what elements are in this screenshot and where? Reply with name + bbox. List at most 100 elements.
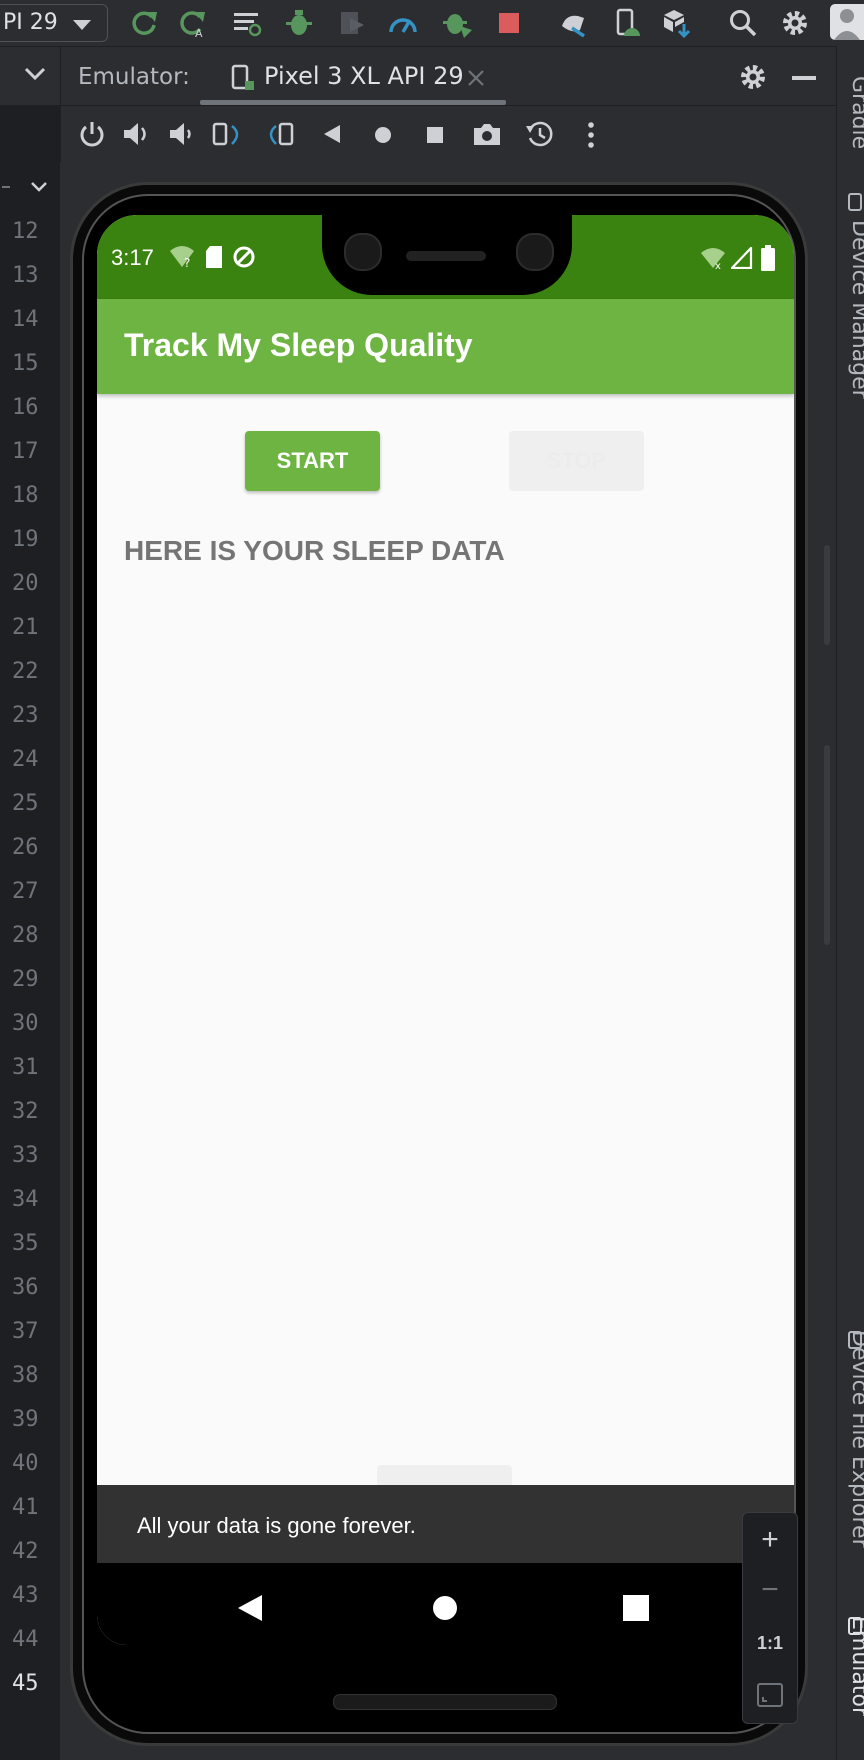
nav-overview-icon[interactable] [623,1595,649,1621]
snackbar-message: All your data is gone forever. [137,1513,416,1538]
run-configuration-label: PI 29 [3,10,58,35]
status-time: 3:17 [111,245,154,270]
sdk-manager-icon[interactable] [662,8,692,38]
line-number-current: 45 [12,1671,39,1696]
nav-home-icon[interactable] [432,1595,458,1621]
snapshot-icon[interactable] [524,118,556,150]
emulator-icon [847,1616,864,1636]
gear-icon[interactable] [738,62,768,92]
device-screen[interactable]: 3:17 ? x Track My Sleep Quality START ST… [97,215,794,1645]
gradle-label: Gradle [847,76,864,150]
line-number: 27 [12,879,39,904]
rotate-right-icon[interactable] [264,120,296,148]
line-number: 20 [12,571,39,596]
zoom-in-button[interactable]: + [743,1523,797,1557]
rerun-icon[interactable] [130,8,160,38]
attach-debugger-icon[interactable] [442,8,472,38]
line-number: 26 [12,835,39,860]
nav-back-icon[interactable] [237,1595,263,1621]
editor-tab-switcher[interactable] [0,47,61,105]
earpiece-speaker [406,251,486,261]
line-number: 37 [12,1319,39,1344]
start-button[interactable]: START [245,431,380,491]
run-configuration-selector[interactable]: PI 29 [0,4,108,42]
more-options-icon[interactable] [586,120,596,150]
fit-screen-icon[interactable] [757,1683,783,1707]
overview-icon[interactable] [424,124,446,146]
file-explorer-icon [847,1330,864,1350]
sync-icon[interactable] [558,8,588,38]
back-icon[interactable] [320,122,344,146]
zoom-controls: + − 1:1 [742,1512,798,1724]
home-icon[interactable] [372,124,394,146]
power-icon[interactable] [78,120,106,148]
actual-size-button[interactable]: 1:1 [743,1633,797,1654]
search-icon[interactable] [728,8,758,38]
device-explorer-icon[interactable] [612,8,642,38]
wifi-unknown-icon: ? [169,245,195,269]
line-number: 13 [12,263,39,288]
run-coverage-icon[interactable] [232,8,262,38]
line-number: 18 [12,483,39,508]
line-number: 34 [12,1187,39,1212]
close-icon[interactable] [466,68,486,88]
emulator-label: Emulator: [78,64,190,90]
line-number: 41 [12,1495,39,1520]
line-number: 43 [12,1583,39,1608]
vertical-scrollbar[interactable] [824,545,830,645]
app-title: Track My Sleep Quality [124,327,473,363]
stop-button[interactable]: STOP [509,431,644,491]
display-notch [322,215,572,295]
line-number: 42 [12,1539,39,1564]
line-number: 22 [12,659,39,684]
volume-down-icon[interactable] [168,120,196,148]
line-number: 19 [12,527,39,552]
device-file-explorer-tool-button[interactable]: Device File Explorer [847,1330,864,1548]
avatar-icon[interactable] [830,4,864,40]
device-tab-title[interactable]: Pixel 3 XL API 29 [264,62,464,90]
line-number: 36 [12,1275,39,1300]
apply-changes-icon[interactable]: A [178,8,208,38]
device-manager-tool-button[interactable]: Device Manager [847,220,864,399]
minimize-icon[interactable] [792,76,816,80]
line-number: 25 [12,791,39,816]
settings-icon[interactable] [780,8,810,38]
front-camera-icon [516,233,554,271]
bottom-speaker [333,1694,557,1710]
line-number: 12 [12,219,39,244]
wifi-icon: x [700,247,726,269]
line-number: 14 [12,307,39,332]
device-manager-label: Device Manager [847,220,864,399]
line-number: 23 [12,703,39,728]
line-number: 39 [12,1407,39,1432]
line-number: 24 [12,747,39,772]
zoom-out-button[interactable]: − [743,1573,797,1607]
stop-icon[interactable] [494,8,524,38]
line-number: 17 [12,439,39,464]
svg-text:x: x [715,261,721,269]
profiler-gauge-icon[interactable] [388,8,418,38]
line-number: 38 [12,1363,39,1388]
line-number: 30 [12,1011,39,1036]
vertical-scrollbar-thumb[interactable] [824,745,830,945]
rotate-left-icon[interactable] [212,120,244,148]
line-number: 21 [12,615,39,640]
line-number: 44 [12,1627,39,1652]
debug-icon[interactable] [284,8,314,38]
profile-icon[interactable] [336,8,366,38]
cell-signal-icon [731,247,753,269]
gutter-collapse-toggle[interactable] [0,170,60,204]
chevron-down-icon [73,20,91,30]
volume-up-icon[interactable] [122,120,152,148]
gradle-tool-button[interactable]: Gradle [847,76,864,149]
line-number: 33 [12,1143,39,1168]
svg-text:A: A [195,27,203,38]
line-number: 40 [12,1451,39,1476]
line-number: 32 [12,1099,39,1124]
battery-icon [761,245,775,271]
device-file-explorer-label: Device File Explorer [847,1330,864,1548]
camera-icon[interactable] [472,120,502,148]
line-number: 28 [12,923,39,948]
line-number: 35 [12,1231,39,1256]
active-tab-indicator [200,100,506,105]
